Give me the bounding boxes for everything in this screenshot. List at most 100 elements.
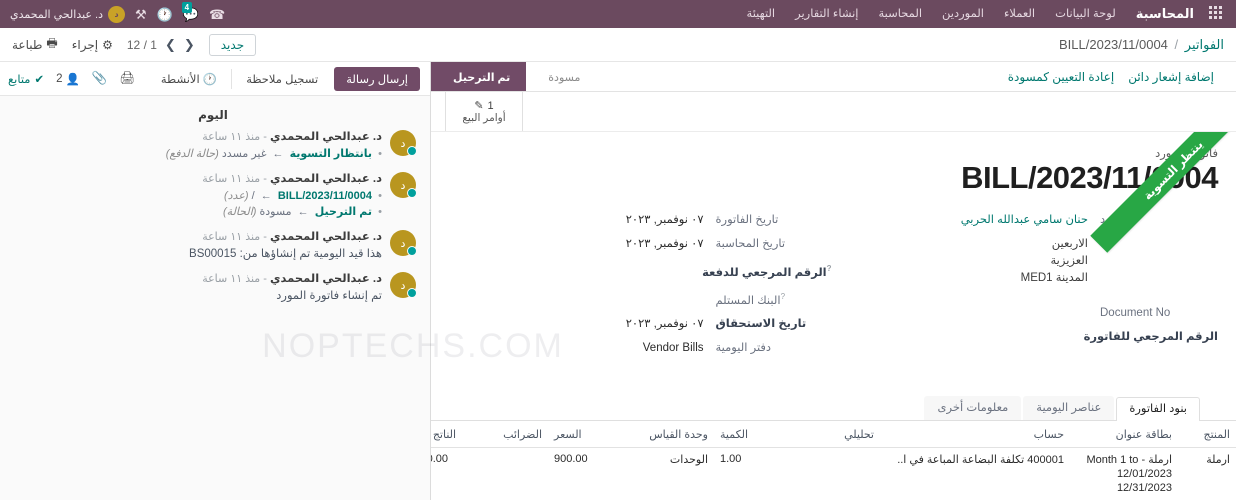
help-icon[interactable]: ? (781, 292, 785, 301)
new-button[interactable]: جديد (208, 33, 257, 56)
chatter-toolbar: إرسال رسالة تسجيل ملاحظة 🕐 الأنشطة 🖨 📎 👤… (0, 62, 430, 96)
pager-next-icon[interactable]: ❯ (165, 37, 176, 53)
vendor-field-row: المورد حنان سامي عبدالله الحربي (834, 212, 1219, 230)
due-date-value[interactable]: ٠٧ نوفمبر, ٢٠٢٣ (459, 316, 704, 333)
attachment-icon[interactable]: 📎 (92, 71, 108, 86)
following-button[interactable]: ✔ متابع (8, 72, 44, 86)
check-icon: ✔ (34, 73, 45, 86)
message-time: منذ ١١ ساعة (202, 231, 261, 243)
invoice-date-row: تاريخ الفاتورة ٠٧ نوفمبر, ٢٠٢٣ (459, 212, 834, 230)
reset-to-draft-button[interactable]: إعادة التعيين كمسودة (1008, 70, 1114, 84)
journal-label: دفتر اليومية (715, 341, 772, 354)
nav-item-customers[interactable]: العملاء (994, 0, 1045, 28)
document-kind-label: فاتورة المورد (1155, 148, 1218, 160)
cell-analytic[interactable] (788, 448, 880, 500)
cell-uom[interactable]: الوحدات (628, 448, 714, 500)
user-menu[interactable]: د د. عبدالحي المحمدي (10, 5, 126, 23)
breadcrumb-root[interactable]: الفواتير (1185, 37, 1224, 52)
activities-label: الأنشطة (160, 73, 200, 86)
avatar: د (390, 272, 417, 298)
tools-icon[interactable]: ⚒ (135, 8, 147, 21)
action-menu-button[interactable]: ⚙ إجراء (72, 38, 113, 52)
form-sheet: ✎ 1 أوامر البيع ينتظر التسوية فاتورة الم… (431, 92, 1236, 500)
phone-icon[interactable]: ☎ (209, 8, 225, 21)
messages-counter[interactable]: 💬 4 (181, 1, 199, 21)
notebook: بنود الفاتورة عناصر اليومية معلومات أخرى… (431, 395, 1236, 500)
vendor-value[interactable]: حنان سامي عبدالله الحربي (834, 212, 1088, 229)
cell-taxes[interactable] (486, 448, 548, 500)
col-subtotal[interactable]: الناتج الفرعي (431, 421, 486, 448)
col-label[interactable]: بطاقة عنوان (1070, 421, 1178, 448)
status-draft[interactable]: مسودة (526, 62, 597, 91)
print-menu-button[interactable]: 🖶 طباعة (12, 34, 58, 55)
cell-price[interactable]: 900.00 (548, 448, 628, 500)
col-price[interactable]: السعر (548, 421, 628, 448)
breadcrumb: الفواتير / BILL/2023/11/0004 (1059, 37, 1224, 53)
invoice-date-value[interactable]: ٠٧ نوفمبر, ٢٠٢٣ (459, 212, 704, 229)
accounting-date-value[interactable]: ٠٧ نوفمبر, ٢٠٢٣ (459, 236, 704, 253)
payment-reference-label: ?الرقم المرجعي للدفعة (702, 260, 834, 282)
table-body: ارملة ارملة - Month 1 to 12/01/2023 12/3… (431, 448, 1236, 500)
status-posted[interactable]: تم الترحيل (431, 62, 527, 91)
recipient-bank-row: ?البنك المستلم (459, 288, 834, 310)
list-item: د د. عبدالحي المحمدي - منذ ١١ ساعة BILL/… (10, 172, 417, 220)
action-menu-label: إجراء (71, 37, 99, 52)
message-header: د. عبدالحي المحمدي - منذ ١١ ساعة (10, 172, 382, 187)
send-message-button[interactable]: إرسال رسالة (334, 66, 420, 91)
clock-icon[interactable]: 🕐 (157, 8, 173, 21)
accounting-date-label: تاريخ المحاسبة (715, 238, 786, 250)
message-author[interactable]: د. عبدالحي المحمدي (270, 131, 382, 143)
message-author[interactable]: د. عبدالحي المحمدي (270, 231, 382, 243)
pager-value[interactable]: 1 / 12 (127, 38, 157, 52)
list-item: د د. عبدالحي المحمدي - منذ ١١ ساعة هذا ق… (10, 230, 417, 262)
nav-item-dashboard[interactable]: لوحة البيانات (1045, 0, 1126, 28)
nav-item-reporting[interactable]: إنشاء التقارير (785, 0, 868, 28)
top-navbar: المحاسبة لوحة البيانات العملاء الموردين … (0, 0, 1236, 28)
nav-item-accounting[interactable]: المحاسبة (868, 0, 932, 28)
breadcrumb-separator: / (1174, 36, 1179, 52)
chatter: إرسال رسالة تسجيل ملاحظة 🕐 الأنشطة 🖨 📎 👤… (0, 62, 430, 500)
tracking-field-name: (عدد) (224, 190, 249, 202)
col-product[interactable]: المنتج (1178, 421, 1236, 448)
smart-button-top: ✎ 1 (474, 100, 493, 112)
col-uom[interactable]: وحدة القياس (628, 421, 714, 448)
journal-value[interactable]: Vendor Bills (459, 340, 704, 357)
col-account[interactable]: حساب (880, 421, 1070, 448)
message-time: منذ ١١ ساعة (202, 273, 261, 285)
message-separator: - (260, 131, 267, 143)
journal-row: دفتر اليومية Vendor Bills (459, 340, 834, 358)
table-row[interactable]: ارملة ارملة - Month 1 to 12/01/2023 12/3… (431, 448, 1236, 500)
status-pipeline: مسودة تم الترحيل (431, 62, 597, 91)
nav-item-vendors[interactable]: الموردين (932, 0, 994, 28)
navbar-brand[interactable]: المحاسبة (1126, 6, 1202, 22)
cell-quantity[interactable]: 1.00 (714, 448, 788, 500)
message-separator: - (260, 273, 267, 285)
list-item: د د. عبدالحي المحمدي - منذ ١١ ساعة تم إن… (10, 272, 417, 304)
invoice-date-label: تاريخ الفاتورة (715, 214, 779, 226)
col-quantity[interactable]: الكمية (714, 421, 788, 448)
tracking-field-name: (حالة الدفع) (165, 148, 219, 160)
followers-button[interactable]: 👤 2 (56, 72, 80, 86)
following-label: متابع (8, 73, 31, 86)
message-author[interactable]: د. عبدالحي المحمدي (270, 273, 382, 285)
col-taxes[interactable]: الضرائب (486, 421, 548, 448)
print-icon[interactable]: 🖨 (119, 71, 135, 86)
add-credit-note-button[interactable]: إضافة إشعار دائن (1128, 70, 1214, 84)
apps-grid-icon[interactable] (1206, 6, 1222, 22)
col-analytic[interactable]: تحليلي (788, 421, 880, 448)
tab-invoice-lines[interactable]: بنود الفاتورة (1116, 397, 1200, 421)
cell-subtotal: 900.00 SR (431, 453, 448, 465)
cell-account[interactable]: 400001 تكلفة البضاعة المباعة في ا.. (880, 448, 1070, 500)
message-author[interactable]: د. عبدالحي المحمدي (270, 173, 382, 185)
pager-previous-icon[interactable]: ❮ (184, 37, 195, 53)
avatar: د (390, 172, 417, 198)
log-note-button[interactable]: تسجيل ملاحظة (236, 72, 328, 86)
tab-other-info[interactable]: معلومات أخرى (924, 396, 1022, 420)
activities-button[interactable]: 🕐 الأنشطة (151, 72, 227, 86)
help-icon[interactable]: ? (827, 264, 832, 273)
tab-journal-items[interactable]: عناصر اليومية (1023, 396, 1115, 420)
nav-item-configuration[interactable]: التهيئة (737, 0, 786, 28)
cell-product[interactable]: ارملة (1178, 448, 1236, 500)
cell-label[interactable]: ارملة - Month 1 to 12/01/2023 12/31/2023 (1070, 448, 1178, 500)
sale-orders-smart-button[interactable]: ✎ 1 أوامر البيع (445, 92, 523, 131)
